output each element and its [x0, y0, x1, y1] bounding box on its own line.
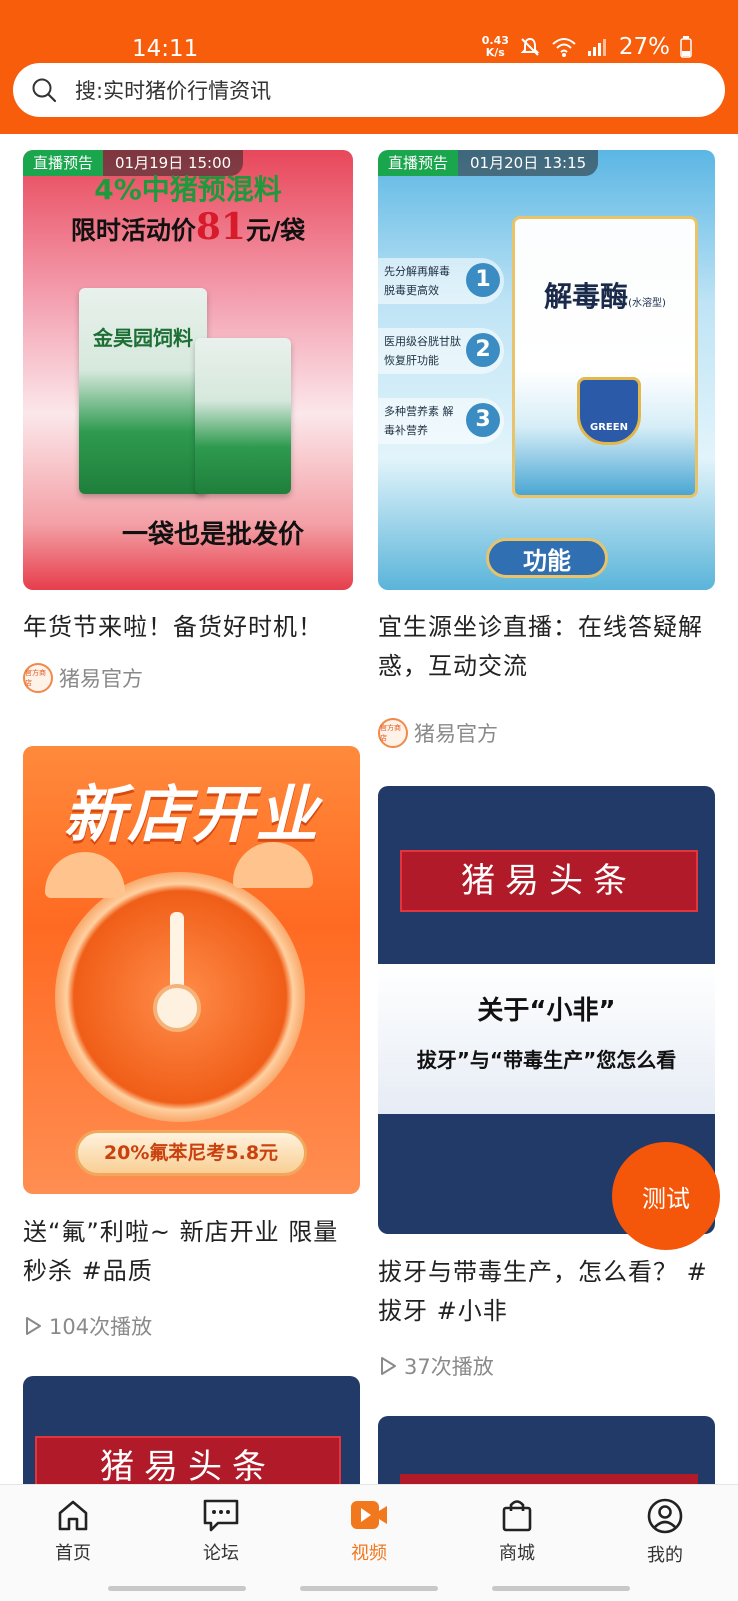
play-count: 104次播放 [23, 1311, 152, 1341]
feature-text: 多种营养素 解毒补营养 [384, 405, 454, 437]
function-button: 功能 [486, 538, 608, 578]
shopping-bag-icon [502, 1500, 532, 1532]
play-count-text: 37次播放 [404, 1355, 494, 1379]
video-card-thumbnail[interactable]: 新店开业 20%氟苯尼考5.8元 [23, 746, 360, 1194]
feature-number: 3 [466, 403, 500, 437]
status-icons: 0.43 K/s 27% [482, 34, 692, 60]
test-fab-button[interactable]: 测试 [612, 1142, 720, 1250]
headline-banner: 猪易头条 [35, 1436, 341, 1484]
live-preview-badge: 直播预告 01月20日 13:15 [378, 150, 599, 176]
profile-icon [647, 1498, 683, 1534]
gesture-handle [300, 1586, 438, 1591]
play-count: 37次播放 [378, 1351, 494, 1381]
author-avatar: 官方商店 [378, 718, 408, 748]
author-name: 猪易官方 [414, 722, 498, 746]
torn-paper-strip: 关于“小非” 拔牙”与“带毒生产”您怎么看 [378, 964, 715, 1114]
video-card-thumbnail[interactable]: 直播预告 01月20日 13:15 先分解再解毒 脱毒更高效 1 医用级谷胱甘肽… [378, 150, 715, 590]
video-card-thumbnail[interactable] [378, 1416, 715, 1484]
app-header: 14:11 0.43 K/s 27% 搜:实时猪价行情资讯 [0, 0, 738, 134]
battery-percent: 27% [618, 34, 670, 60]
search-icon [32, 78, 57, 103]
tab-mall[interactable]: 商城 [467, 1497, 567, 1565]
feature-number: 1 [466, 263, 500, 297]
poster-price-line: 限时活动价81元/袋 [70, 206, 306, 248]
gesture-handle [108, 1586, 246, 1591]
video-title[interactable]: 送“氟”利啦~ 新店开业 限量秒杀 #品质 [23, 1213, 363, 1291]
gesture-handle [492, 1586, 630, 1591]
network-speed: 0.43 K/s [481, 34, 509, 59]
poster-headline: 4%中猪预混料 [94, 173, 282, 206]
feature-text: 医用级谷胱甘肽 恢复肝功能 [384, 335, 461, 367]
feed-bag-large: 金昊园饲料 [79, 288, 207, 494]
video-icon [351, 1501, 387, 1529]
signal-icon [587, 39, 606, 56]
feature-text: 先分解再解毒 脱毒更高效 [384, 265, 450, 297]
battery-icon [680, 36, 692, 58]
play-icon [381, 1357, 396, 1375]
bottom-tab-bar: 首页 论坛 视频 商城 我的 [0, 1484, 738, 1601]
product-name: 解毒酶(水溶型) [544, 280, 666, 313]
promo-pill: 20%氟苯尼考5.8元 [75, 1130, 307, 1176]
search-bar[interactable]: 搜:实时猪价行情资讯 [13, 63, 725, 117]
status-time: 14:11 [132, 36, 199, 62]
feature-number: 2 [466, 333, 500, 367]
video-title[interactable]: 宜生源坐诊直播：在线答疑解惑，互动交流 [378, 608, 708, 686]
video-title[interactable]: 拔牙与带毒生产，怎么看？ #拔牙 #小非 [378, 1253, 718, 1331]
home-icon [58, 1500, 88, 1531]
bell-left [45, 852, 125, 898]
author-row[interactable]: 官方商店 猪易官方 [378, 718, 498, 748]
video-title[interactable]: 年货节来啦！备货好时机！ [23, 608, 353, 647]
author-row[interactable]: 官方商店 猪易官方 [23, 663, 143, 693]
product-package: 解毒酶(水溶型) GREEN [512, 216, 698, 498]
mute-icon [520, 37, 540, 56]
forum-icon [203, 1499, 239, 1532]
video-card-thumbnail[interactable]: 猪易头条 [23, 1376, 360, 1484]
tab-video[interactable]: 视频 [319, 1497, 419, 1565]
tab-forum[interactable]: 论坛 [171, 1497, 271, 1565]
tab-home[interactable]: 首页 [23, 1497, 123, 1565]
author-name: 猪易官方 [59, 667, 143, 691]
search-placeholder: 搜:实时猪价行情资讯 [75, 79, 272, 103]
headline-banner: 猪易头条 [400, 850, 698, 912]
shield-emblem: GREEN [577, 377, 641, 445]
play-count-text: 104次播放 [49, 1315, 153, 1339]
tab-profile[interactable]: 我的 [615, 1497, 715, 1567]
feed-bag-small [195, 338, 291, 494]
poster-bottom-slogan: 一袋也是批发价 [121, 520, 304, 550]
author-avatar: 官方商店 [23, 663, 53, 693]
alarm-clock-graphic [55, 872, 305, 1122]
play-icon [26, 1317, 41, 1335]
wifi-icon [552, 38, 576, 57]
video-card-thumbnail[interactable]: 直播预告 01月19日 15:00 4%中猪预混料 限时活动价81元/袋 金昊园… [23, 150, 353, 590]
poster-headline: 新店开业 [63, 778, 320, 851]
